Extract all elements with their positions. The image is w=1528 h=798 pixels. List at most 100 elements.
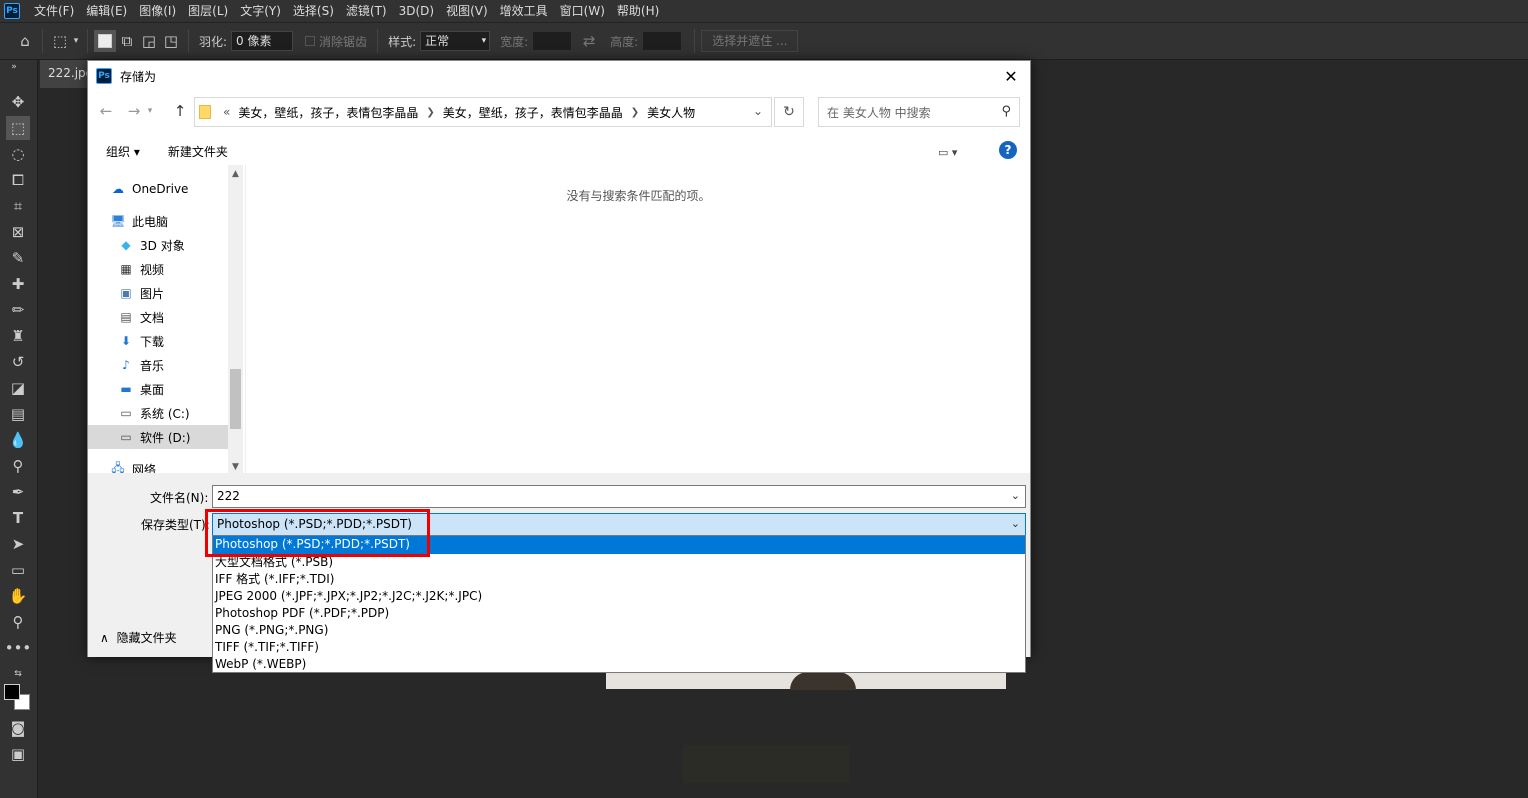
- chevron-right-icon[interactable]: ❯: [631, 107, 639, 118]
- eyedropper-tool-icon[interactable]: ✎: [6, 246, 30, 270]
- breadcrumb-item[interactable]: 美女，壁纸，孩子，表情包李晶晶: [443, 104, 623, 121]
- menu-select[interactable]: 选择(S): [287, 0, 340, 22]
- breadcrumb-item[interactable]: 美女，壁纸，孩子，表情包李晶晶: [238, 104, 418, 121]
- quick-mask-icon[interactable]: ◙: [6, 716, 30, 740]
- new-folder-button[interactable]: 新建文件夹: [168, 143, 228, 160]
- pen-tool-icon[interactable]: ✒: [6, 480, 30, 504]
- nav-item-music[interactable]: ♪ 音乐: [118, 353, 243, 377]
- breadcrumb-item[interactable]: 美女人物: [647, 104, 695, 121]
- subtract-selection-icon[interactable]: ◲: [138, 30, 160, 52]
- up-button[interactable]: ↑: [170, 97, 190, 125]
- filetype-option[interactable]: IFF 格式 (*.IFF;*.TDI): [213, 571, 1025, 588]
- marquee-tool-icon[interactable]: ⬚: [6, 116, 30, 140]
- filetype-option[interactable]: PNG (*.PNG;*.PNG): [213, 622, 1025, 639]
- chevron-down-icon[interactable]: ⌄: [1011, 489, 1020, 502]
- rectangle-tool-icon[interactable]: ▭: [6, 558, 30, 582]
- nav-item-onedrive[interactable]: ☁ OneDrive: [110, 177, 243, 201]
- nav-item-drive-d[interactable]: ▭ 软件 (D:): [88, 425, 228, 449]
- crop-tool-icon[interactable]: ⌗: [6, 194, 30, 218]
- path-select-tool-icon[interactable]: ➤: [6, 532, 30, 556]
- hide-folders-button[interactable]: ∧ 隐藏文件夹: [100, 629, 177, 646]
- nav-item-downloads[interactable]: ⬇ 下载: [118, 329, 243, 353]
- file-list[interactable]: 没有与搜索条件匹配的项。: [245, 165, 1030, 475]
- nav-scrollbar[interactable]: ▲ ▼: [228, 165, 243, 475]
- scroll-thumb[interactable]: [230, 369, 241, 429]
- filename-input[interactable]: 222 ⌄: [212, 485, 1026, 508]
- organize-button[interactable]: 组织 ▾: [106, 143, 140, 160]
- marquee-preset-icon[interactable]: ⬚: [49, 30, 71, 52]
- options-bar: ⌂ ⬚ ▾ ⧉ ◲ ◳ 羽化: 0 像素 消除锯齿 样式: 正常 ▾ 宽度: ⇄…: [0, 22, 1528, 60]
- filetype-option[interactable]: JPEG 2000 (*.JPF;*.JPX;*.JP2;*.J2C;*.J2K…: [213, 588, 1025, 605]
- refresh-button[interactable]: ↻: [774, 97, 804, 127]
- hand-tool-icon[interactable]: ✋: [6, 584, 30, 608]
- chevron-up-icon: ∧: [100, 631, 109, 645]
- move-tool-icon[interactable]: ✥: [6, 90, 30, 114]
- nav-item-3d-objects[interactable]: ◆ 3D 对象: [118, 233, 243, 257]
- dodge-tool-icon[interactable]: ⚲: [6, 454, 30, 478]
- menu-3d[interactable]: 3D(D): [393, 0, 440, 22]
- type-tool-icon[interactable]: T: [6, 506, 30, 530]
- gradient-tool-icon[interactable]: ▤: [6, 402, 30, 426]
- add-selection-icon[interactable]: ⧉: [116, 30, 138, 52]
- filetype-option[interactable]: TIFF (*.TIF;*.TIFF): [213, 639, 1025, 656]
- menu-file[interactable]: 文件(F): [28, 0, 80, 22]
- width-label: 宽度:: [500, 34, 529, 49]
- blur-tool-icon[interactable]: 💧: [6, 428, 30, 452]
- new-selection-icon[interactable]: [94, 30, 116, 52]
- chevron-down-icon[interactable]: ▾: [71, 30, 81, 52]
- breadcrumb-overflow[interactable]: «: [223, 105, 230, 119]
- menu-plugins[interactable]: 增效工具: [494, 0, 554, 22]
- recent-dropdown-button[interactable]: ▾: [144, 97, 156, 125]
- intersect-selection-icon[interactable]: ◳: [160, 30, 182, 52]
- nav-item-this-pc[interactable]: 🖥 此电脑: [110, 209, 243, 233]
- menu-view[interactable]: 视图(V): [440, 0, 494, 22]
- back-button[interactable]: ←: [96, 97, 116, 125]
- menu-window[interactable]: 窗口(W): [554, 0, 611, 22]
- eraser-tool-icon[interactable]: ◪: [6, 376, 30, 400]
- help-button[interactable]: ?: [999, 141, 1017, 159]
- home-icon[interactable]: ⌂: [14, 30, 36, 52]
- antialias-checkbox[interactable]: [305, 36, 316, 46]
- zoom-tool-icon[interactable]: ⚲: [6, 610, 30, 634]
- forward-button[interactable]: →: [124, 97, 144, 125]
- nav-item-pictures[interactable]: ▣ 图片: [118, 281, 243, 305]
- menu-edit[interactable]: 编辑(E): [80, 0, 133, 22]
- expand-icon[interactable]: »: [2, 60, 26, 74]
- filetype-option[interactable]: WebP (*.WEBP): [213, 656, 1025, 673]
- menu-type[interactable]: 文字(Y): [234, 0, 287, 22]
- menu-image[interactable]: 图像(I): [133, 0, 182, 22]
- swap-colors-icon[interactable]: ⇆: [6, 662, 30, 686]
- more-tools-icon[interactable]: •••: [5, 636, 32, 660]
- foreground-color-swatch[interactable]: [4, 684, 20, 700]
- frame-tool-icon[interactable]: ⊠: [6, 220, 30, 244]
- brush-tool-icon[interactable]: ✏: [6, 298, 30, 322]
- width-input[interactable]: [532, 31, 573, 51]
- menu-filter[interactable]: 滤镜(T): [340, 0, 393, 22]
- swap-icon[interactable]: ⇄: [578, 30, 600, 52]
- view-options-button[interactable]: ▭ ▾: [938, 143, 974, 161]
- filetype-option[interactable]: Photoshop PDF (*.PDF;*.PDP): [213, 605, 1025, 622]
- search-input[interactable]: 在 美女人物 中搜索 ⚲: [818, 97, 1020, 127]
- close-button[interactable]: ✕: [996, 61, 1026, 91]
- height-input[interactable]: [642, 31, 683, 51]
- history-brush-tool-icon[interactable]: ↺: [6, 350, 30, 374]
- object-select-tool-icon[interactable]: ⧠: [6, 168, 30, 192]
- chevron-down-icon[interactable]: ⌄: [753, 104, 763, 118]
- nav-item-desktop[interactable]: ▬ 桌面: [118, 377, 243, 401]
- style-select[interactable]: 正常 ▾: [420, 31, 491, 51]
- nav-item-documents[interactable]: ▤ 文档: [118, 305, 243, 329]
- scroll-up-icon[interactable]: ▲: [228, 165, 243, 182]
- address-bar[interactable]: « 美女，壁纸，孩子，表情包李晶晶 ❯ 美女，壁纸，孩子，表情包李晶晶 ❯ 美女…: [194, 97, 772, 127]
- nav-item-drive-c[interactable]: ▭ 系统 (C:): [118, 401, 243, 425]
- menu-layer[interactable]: 图层(L): [182, 0, 234, 22]
- feather-input[interactable]: 0 像素: [231, 31, 294, 51]
- nav-item-videos[interactable]: ▦ 视频: [118, 257, 243, 281]
- clone-stamp-tool-icon[interactable]: ♜: [6, 324, 30, 348]
- select-and-mask-button[interactable]: 选择并遮住 ...: [701, 30, 799, 52]
- photoshop-window: Ps 文件(F) 编辑(E) 图像(I) 图层(L) 文字(Y) 选择(S) 滤…: [0, 0, 1528, 798]
- screen-mode-icon[interactable]: ▣: [6, 742, 30, 766]
- menu-help[interactable]: 帮助(H): [611, 0, 665, 22]
- chevron-right-icon[interactable]: ❯: [426, 107, 434, 118]
- healing-brush-tool-icon[interactable]: ✚: [6, 272, 30, 296]
- lasso-tool-icon[interactable]: ◌: [6, 142, 30, 166]
